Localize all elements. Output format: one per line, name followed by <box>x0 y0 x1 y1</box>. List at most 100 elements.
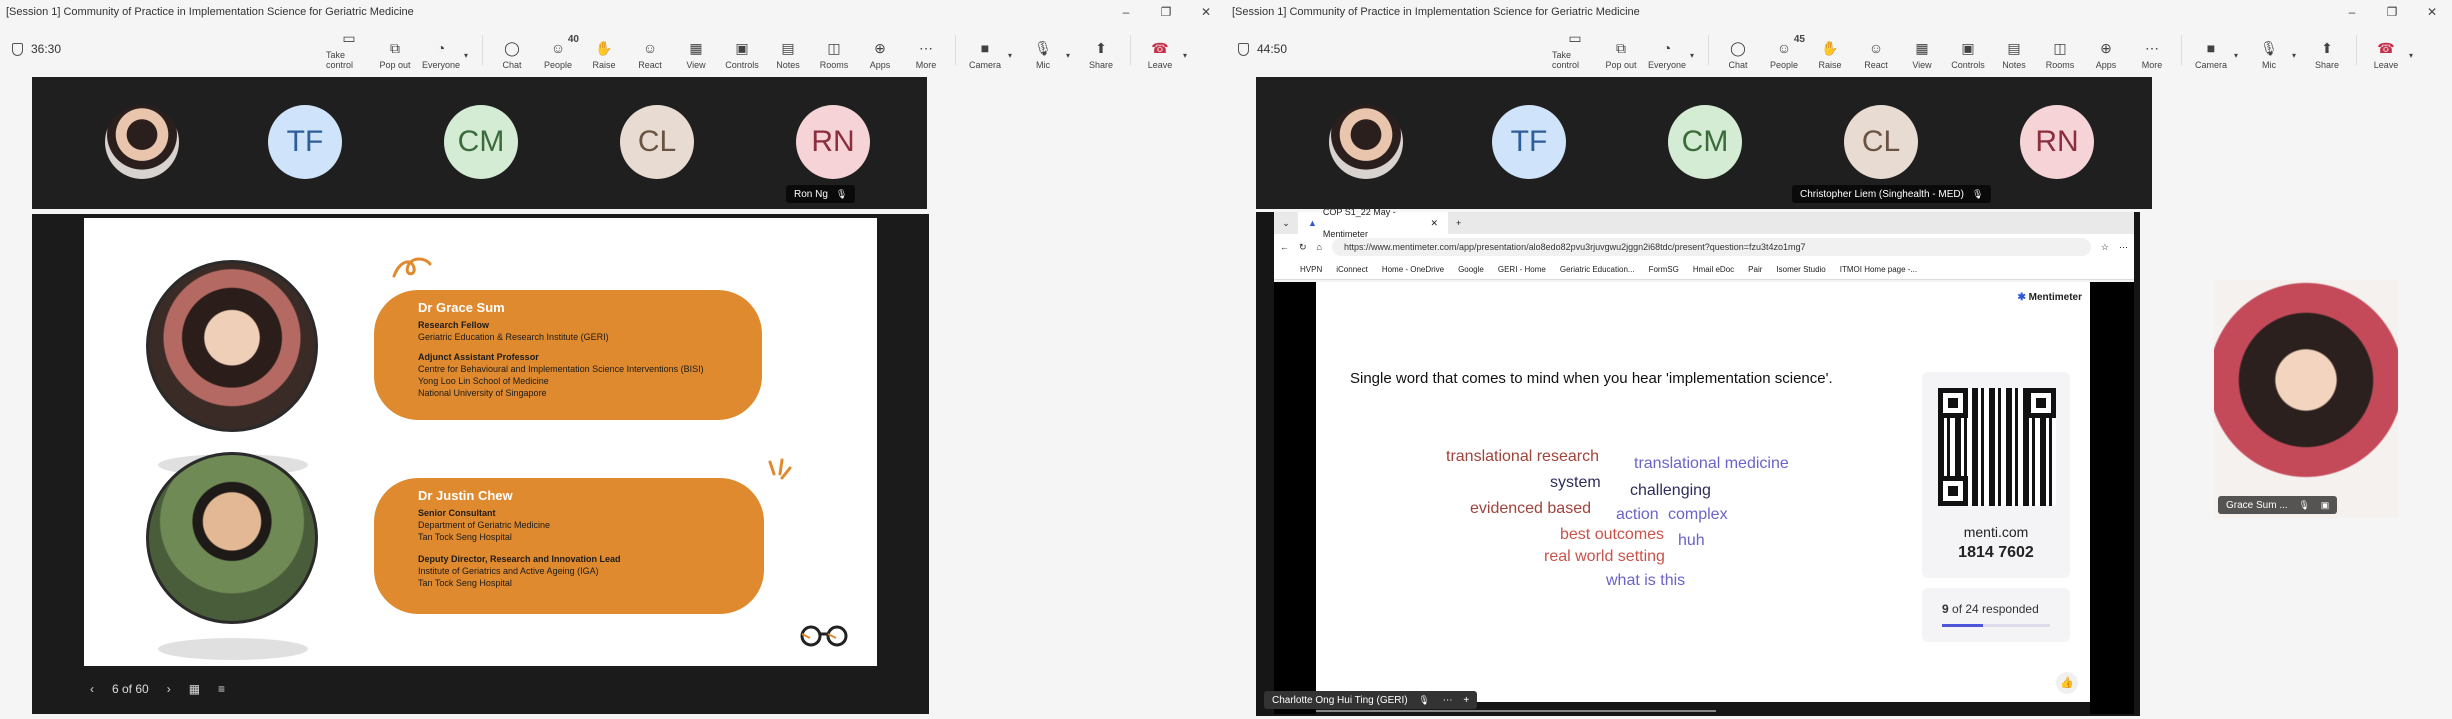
spark-doodle-icon <box>768 458 792 480</box>
favorite-link[interactable]: Google <box>1458 265 1484 274</box>
participant-avatar[interactable]: RN <box>2020 105 2094 179</box>
people-button[interactable]: ☺ 45 People <box>1761 30 1807 70</box>
favorite-link[interactable]: GERI - Home <box>1498 265 1546 274</box>
everyone-button[interactable]: ◔ Everyone <box>1644 30 1690 70</box>
chevron-down-icon[interactable]: ▾ <box>1183 51 1195 60</box>
camera-button[interactable]: ■ Camera <box>962 30 1008 70</box>
favorite-link[interactable]: FormSG <box>1649 265 1679 274</box>
chat-icon: ◯ <box>1730 39 1746 56</box>
more-icon[interactable]: ⋯ <box>2119 242 2128 253</box>
reaction-like-icon[interactable]: 👍 <box>2056 672 2078 694</box>
favorite-link[interactable]: iConnect <box>1336 265 1368 274</box>
participant-avatar[interactable]: TF <box>268 105 342 179</box>
participant-avatar[interactable]: CM <box>1668 105 1742 179</box>
participant-avatar-photo[interactable] <box>105 105 179 179</box>
add-icon[interactable]: + <box>1463 695 1469 706</box>
more-button[interactable]: ⋯ More <box>903 30 949 71</box>
restore-icon[interactable]: ❐ <box>1146 0 1186 24</box>
shared-screen-scrollbar[interactable] <box>1316 710 1716 712</box>
participant-avatar[interactable]: RN <box>796 105 870 179</box>
menti-site: menti.com <box>1963 524 2029 540</box>
notes-button[interactable]: ▤ Notes <box>765 30 811 71</box>
apps-button[interactable]: ⊕ Apps <box>2083 30 2129 71</box>
close-tab-icon[interactable]: ✕ <box>1430 212 1438 234</box>
tab-actions-icon[interactable]: ⌄ <box>1274 218 1298 229</box>
browser-tab[interactable]: ▲ COP S1_22 May - Mentimeter ✕ <box>1298 207 1448 239</box>
controls-button[interactable]: ▣ Controls <box>1945 30 1991 71</box>
camera-button[interactable]: ■ Camera <box>2188 30 2234 70</box>
favorite-link[interactable]: ITMOI Home page -... <box>1840 265 1917 274</box>
participant-avatar[interactable]: CL <box>1844 105 1918 179</box>
react-button[interactable]: ☺ React <box>1853 30 1899 70</box>
minimize-icon[interactable]: – <box>2332 0 2372 24</box>
chevron-right-icon[interactable]: › <box>167 682 171 696</box>
chevron-down-icon[interactable]: ▾ <box>1008 51 1020 60</box>
more-button[interactable]: ⋯ More <box>2129 30 2175 71</box>
notes-button[interactable]: ▤ Notes <box>1991 30 2037 71</box>
window-title: [Session 1] Community of Practice in Imp… <box>6 6 414 18</box>
favorite-link[interactable]: Geriatric Education... <box>1560 265 1635 274</box>
everyone-button[interactable]: ◔ Everyone <box>418 30 464 70</box>
view-icon: ◔ <box>436 40 446 56</box>
people-button[interactable]: ☺ 40 People <box>535 30 581 70</box>
react-button[interactable]: ☺ React <box>627 30 673 70</box>
take-control-button[interactable]: ▭ Take control <box>1552 30 1598 71</box>
share-button[interactable]: ⬆ Share <box>1078 30 1124 71</box>
raise-button[interactable]: ✋ Raise <box>581 30 627 71</box>
close-icon[interactable]: ✕ <box>1186 0 1226 24</box>
participant-avatar[interactable]: CM <box>444 105 518 179</box>
pop-out-button[interactable]: ⧉ Pop out <box>372 30 418 71</box>
share-button[interactable]: ⬆ Share <box>2304 30 2350 71</box>
speaker-title: Adjunct Assistant Professor <box>418 352 539 362</box>
favorite-link[interactable]: Home - OneDrive <box>1382 265 1444 274</box>
favorite-link[interactable]: HVPN <box>1300 265 1322 274</box>
leave-button[interactable]: ☎ Leave <box>1137 30 1183 71</box>
refresh-icon[interactable]: ↻ <box>1299 242 1307 253</box>
address-bar[interactable]: https://www.mentimeter.com/app/presentat… <box>1331 238 2091 256</box>
take-control-button[interactable]: ▭ Take control <box>326 30 372 71</box>
speaker-affiliation: Institute of Geriatrics and Active Agein… <box>418 566 599 576</box>
mic-button[interactable]: 🎙 Mic <box>1020 30 1066 71</box>
apps-button[interactable]: ⊕ Apps <box>857 30 903 71</box>
rooms-button[interactable]: ◫ Rooms <box>811 30 857 71</box>
new-tab-icon[interactable]: + <box>1448 218 1461 228</box>
chevron-down-icon[interactable]: ▾ <box>2292 51 2304 60</box>
participant-avatar-photo[interactable] <box>1329 105 1403 179</box>
favorites-icon[interactable]: ☆ <box>2101 242 2109 253</box>
view-button[interactable]: ▦ View <box>673 30 719 71</box>
rooms-button[interactable]: ◫ Rooms <box>2037 30 2083 71</box>
restore-icon[interactable]: ❐ <box>2372 0 2412 24</box>
favorite-link[interactable]: Isomer Studio <box>1776 265 1825 274</box>
mentimeter-logo: ✱ Mentimeter <box>2017 292 2082 303</box>
chevron-down-icon[interactable]: ▾ <box>2409 51 2421 60</box>
chat-button[interactable]: ◯ Chat <box>489 30 535 71</box>
minimize-icon[interactable]: – <box>1106 0 1146 24</box>
self-view-video[interactable]: Grace Sum ... 🎙 ▣ <box>2214 280 2398 518</box>
view-button[interactable]: ▦ View <box>1899 30 1945 71</box>
chat-button[interactable]: ◯ Chat <box>1715 30 1761 71</box>
home-icon[interactable]: ⌂ <box>1317 242 1322 252</box>
grid-view-icon[interactable]: ▦ <box>189 682 200 696</box>
controls-icon: ▣ <box>735 39 749 56</box>
camera-off-icon: ■ <box>980 40 990 56</box>
chevron-left-icon[interactable]: ‹ <box>90 682 94 696</box>
slide-settings-icon[interactable]: ≡ <box>218 682 225 696</box>
chevron-down-icon[interactable]: ▾ <box>464 51 476 60</box>
apps-icon: ⊕ <box>874 39 886 56</box>
chevron-down-icon[interactable]: ▾ <box>2234 51 2246 60</box>
close-icon[interactable]: ✕ <box>2412 0 2452 24</box>
mic-button[interactable]: 🎙 Mic <box>2246 30 2292 71</box>
participant-avatar[interactable]: TF <box>1492 105 1566 179</box>
favorite-link[interactable]: Hmail eDoc <box>1693 265 1734 274</box>
controls-icon: ▣ <box>1961 39 1975 56</box>
controls-button[interactable]: ▣ Controls <box>719 30 765 71</box>
back-icon[interactable]: ← <box>1280 242 1289 252</box>
raise-button[interactable]: ✋ Raise <box>1807 30 1853 71</box>
leave-button[interactable]: ☎ Leave <box>2363 30 2409 71</box>
chevron-down-icon[interactable]: ▾ <box>1690 51 1702 60</box>
participant-avatar[interactable]: CL <box>620 105 694 179</box>
pop-out-button[interactable]: ⧉ Pop out <box>1598 30 1644 71</box>
chevron-down-icon[interactable]: ▾ <box>1066 51 1078 60</box>
more-options-icon[interactable]: ⋯ <box>1443 695 1453 706</box>
favorite-link[interactable]: Pair <box>1748 265 1762 274</box>
